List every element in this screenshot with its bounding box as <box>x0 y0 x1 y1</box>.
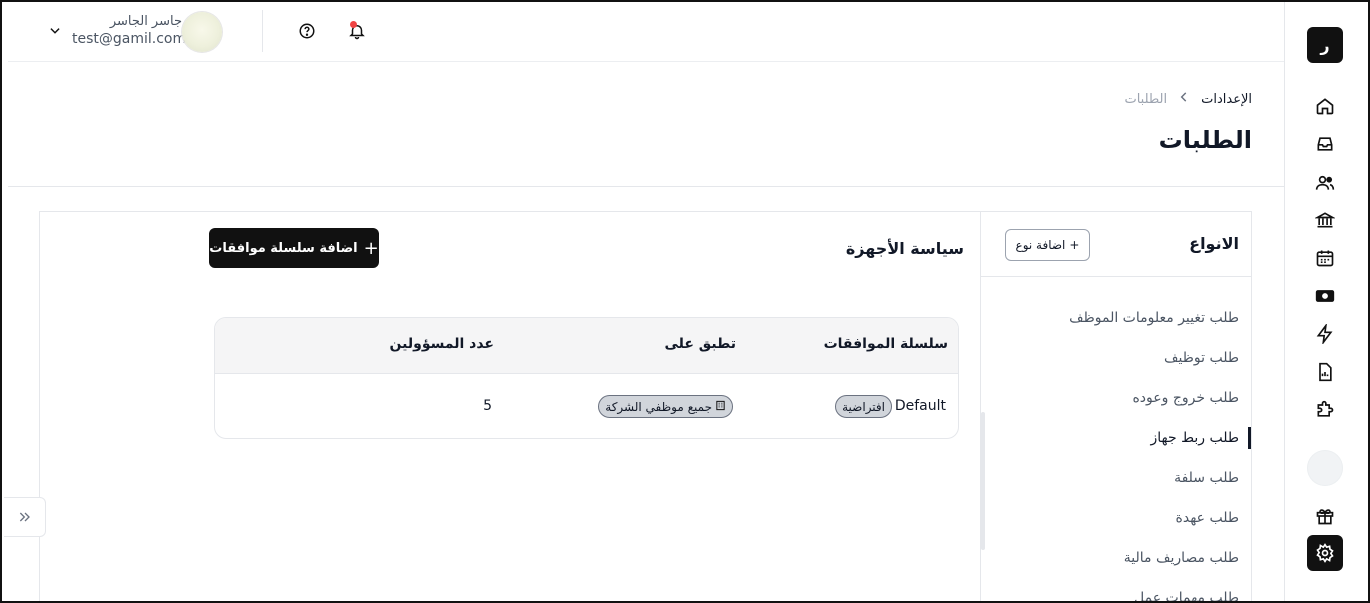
type-item[interactable]: طلب خروج وعوده <box>1132 390 1239 406</box>
add-type-button[interactable]: + اضافة نوع <box>1005 229 1090 261</box>
reports-icon[interactable] <box>1311 358 1339 386</box>
calendar-icon[interactable] <box>1311 244 1339 272</box>
plus-icon: + <box>1069 238 1080 252</box>
expand-panel-button[interactable] <box>4 497 46 537</box>
breadcrumb-settings[interactable]: الإعدادات <box>1201 92 1252 107</box>
type-item[interactable]: طلب مهمات عمل <box>1134 590 1239 603</box>
page-title: الطلبات <box>1158 126 1252 154</box>
gift-icon[interactable] <box>1311 502 1339 530</box>
admins-count: 5 <box>483 398 492 414</box>
applies-to-label: جميع موظفي الشركة <box>605 399 712 414</box>
column-header-chain: سلسلة الموافقات <box>823 336 948 352</box>
chain-name: Default <box>894 398 946 414</box>
top-header: جاسر الجاسر test@gamil.com <box>8 0 1284 62</box>
column-header-admins: عدد المسؤولين <box>389 336 494 352</box>
add-approval-chain-label: اضافة سلسلة موافقات <box>209 240 358 256</box>
cash-icon[interactable] <box>1311 282 1339 310</box>
notification-dot <box>350 21 357 28</box>
request-types-panel: الانواع + اضافة نوع طلب تغيير معلومات ال… <box>980 211 1252 603</box>
user-email: test@gamil.com <box>72 31 187 47</box>
types-scrollbar[interactable] <box>981 412 985 550</box>
sidebar: ﺭ <box>1284 0 1370 603</box>
type-item[interactable]: طلب عهدة <box>1176 510 1239 526</box>
type-item[interactable]: طلب سلفة <box>1174 470 1239 486</box>
building-icon <box>715 400 726 414</box>
type-item[interactable]: طلب تغيير معلومات الموظف <box>1069 310 1239 326</box>
approval-chains-table: سلسلة الموافقات تطبق على عدد المسؤولين D… <box>214 317 959 439</box>
user-info[interactable]: جاسر الجاسر test@gamil.com <box>72 14 187 48</box>
type-item[interactable]: طلب توظيف <box>1164 350 1239 366</box>
active-indicator <box>1248 427 1251 449</box>
settings-icon[interactable] <box>1307 535 1343 571</box>
chevron-left-icon <box>1177 90 1191 108</box>
chevron-down-icon[interactable] <box>48 24 62 38</box>
inbox-icon[interactable] <box>1311 130 1339 158</box>
add-approval-chain-button[interactable]: + اضافة سلسلة موافقات <box>209 228 379 268</box>
double-chevron-right-icon <box>19 512 30 522</box>
help-icon[interactable] <box>298 22 316 40</box>
table-header: سلسلة الموافقات تطبق على عدد المسؤولين <box>215 318 958 374</box>
header-divider <box>262 10 263 52</box>
avatar[interactable] <box>182 12 222 52</box>
applies-to-badge: جميع موظفي الشركة <box>598 395 733 418</box>
column-header-applies-to: تطبق على <box>664 336 736 352</box>
header-divider-line <box>8 186 1284 187</box>
plus-icon: + <box>363 237 379 259</box>
types-header: الانواع + اضافة نوع <box>981 212 1251 277</box>
breadcrumb-requests: الطلبات <box>1124 91 1168 107</box>
home-icon[interactable] <box>1311 92 1339 120</box>
type-item[interactable]: طلب مصاريف مالية <box>1124 550 1239 566</box>
users-icon[interactable] <box>1311 169 1339 197</box>
breadcrumb: الإعدادات الطلبات <box>1124 90 1252 108</box>
policy-panel: سياسة الأجهزة + اضافة سلسلة موافقات سلسل… <box>39 211 980 603</box>
automation-icon[interactable] <box>1311 320 1339 348</box>
types-title: الانواع <box>1189 234 1239 253</box>
bank-icon[interactable] <box>1311 206 1339 234</box>
puzzle-icon[interactable] <box>1311 396 1339 424</box>
workspace-avatar[interactable] <box>1307 450 1343 486</box>
user-name: جاسر الجاسر <box>109 14 182 29</box>
default-badge: افتراضية <box>835 395 892 418</box>
app-logo[interactable]: ﺭ <box>1307 27 1343 63</box>
default-badge-label: افتراضية <box>842 399 885 414</box>
add-type-label: اضافة نوع <box>1015 238 1066 252</box>
type-item-active[interactable]: طلب ربط جهاز <box>1150 430 1239 446</box>
section-title: سياسة الأجهزة <box>845 239 964 258</box>
